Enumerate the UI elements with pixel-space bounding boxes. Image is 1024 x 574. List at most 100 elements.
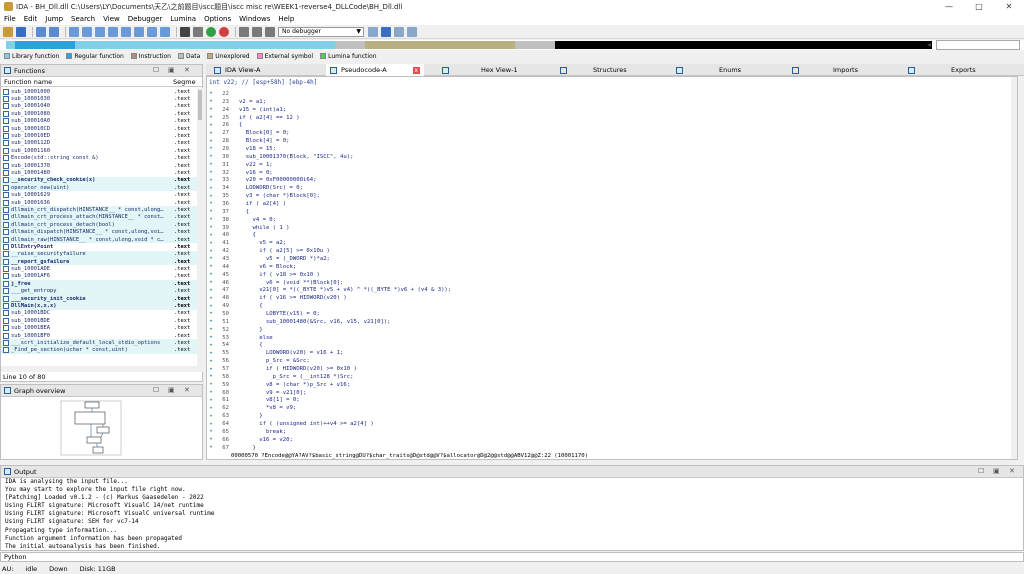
breakpoint-dot-icon[interactable]: • — [207, 145, 215, 152]
debugger-select[interactable]: No debugger ▼ — [278, 26, 364, 37]
breakpoint-dot-icon[interactable]: • — [207, 436, 215, 443]
function-row[interactable]: sub_10001BF0 .text — [1, 332, 197, 339]
function-row[interactable]: sub_10001480 .text — [1, 169, 197, 176]
breakpoint-dot-icon[interactable]: • — [207, 240, 215, 247]
panel-close-icon[interactable]: ✕ — [184, 386, 190, 394]
breakpoint-dot-icon[interactable]: • — [207, 193, 215, 200]
code-line[interactable]: • 22 — [207, 90, 1007, 98]
code-line[interactable]: • 23 v2 = a1; — [207, 98, 1007, 106]
data-icon[interactable] — [82, 26, 92, 37]
code-line[interactable]: • 56 p_Src = &Src; — [207, 357, 1007, 365]
forward-icon[interactable] — [49, 26, 59, 37]
panel-float-icon[interactable]: ▣ — [993, 467, 1000, 475]
back-icon[interactable] — [36, 26, 46, 37]
tab-exports[interactable]: Exports — [908, 64, 976, 76]
function-row[interactable]: sub_10001AF6 .text — [1, 273, 197, 280]
tab-enums[interactable]: Enums — [676, 64, 741, 76]
function-row[interactable]: sub_10001370 .text — [1, 162, 197, 169]
function-row[interactable]: __raise_securityfailure .text — [1, 250, 197, 258]
code-line[interactable]: • 33 v20 = 0xF00000000i64; — [207, 176, 1007, 184]
tab-imports[interactable]: Imports — [792, 64, 858, 76]
code-line[interactable]: • 52 } — [207, 326, 1007, 334]
menu-debugger[interactable]: Debugger — [128, 15, 163, 23]
function-row[interactable]: dllmain_crt_dispatch(HINSTANCE__ * const… — [1, 206, 197, 214]
function-row[interactable]: sub_100010ED .text — [1, 132, 197, 140]
function-row[interactable]: sub_10001040 .text — [1, 103, 197, 110]
code-line[interactable]: • 64 if ( (unsigned int)++v4 >= a2[4] ) — [207, 420, 1007, 428]
function-row[interactable]: sub_10001629 .text — [1, 191, 197, 199]
breakpoint-dot-icon[interactable]: • — [207, 98, 215, 105]
code-icon[interactable] — [69, 26, 79, 37]
code-line[interactable]: • 37 { — [207, 208, 1007, 216]
debug-options-icon[interactable] — [368, 26, 378, 37]
function-row[interactable]: sub_10001000 .text — [1, 88, 197, 95]
code-line[interactable]: • 48 if ( v16 >= HIDWORD(v20) ) — [207, 294, 1007, 302]
code-line[interactable]: • 29 v18 = 15; — [207, 145, 1007, 153]
function-row[interactable]: Encode(std::string const &) .text — [1, 154, 197, 162]
breakpoint-dot-icon[interactable]: • — [207, 326, 215, 333]
nav-left-icon[interactable]: ◂ — [927, 40, 931, 49]
close-button[interactable]: ✕ — [994, 0, 1024, 13]
menu-jump[interactable]: Jump — [45, 15, 63, 23]
function-row[interactable]: sub_10001BDC .text — [1, 310, 197, 317]
menu-file[interactable]: File — [4, 15, 16, 23]
function-row[interactable]: sub_10001ADE .text — [1, 265, 197, 273]
function-row[interactable]: sub_10001BEA .text — [1, 325, 197, 332]
breakpoint-dot-icon[interactable]: • — [207, 350, 215, 357]
code-line[interactable]: • 28 Block[4] = 0; — [207, 137, 1007, 145]
breakpoint-dot-icon[interactable]: • — [207, 161, 215, 168]
breakpoint-dot-icon[interactable]: • — [207, 342, 215, 349]
functions-vertical-scrollbar[interactable] — [197, 88, 203, 366]
plugin-icon[interactable] — [407, 26, 417, 37]
text-view-icon[interactable] — [180, 26, 190, 37]
patch-icon[interactable] — [394, 26, 404, 37]
breakpoint-dot-icon[interactable]: • — [207, 279, 215, 286]
code-line[interactable]: • 53 else — [207, 334, 1007, 342]
function-row[interactable]: DllEntryPoint .text — [1, 243, 197, 250]
function-row[interactable]: sub_1000112D .text — [1, 140, 197, 147]
nav-combo[interactable] — [936, 40, 1020, 50]
function-row[interactable]: ___security_init_cookie .text — [1, 294, 197, 303]
breakpoint-dot-icon[interactable]: • — [207, 216, 215, 223]
code-line[interactable]: • 58 p_Src = (__int128 *)Src; — [207, 373, 1007, 381]
save-icon[interactable] — [16, 26, 26, 37]
navigation-band[interactable]: ◂ — [0, 40, 1024, 50]
menu-options[interactable]: Options — [204, 15, 231, 23]
panel-dock-icon[interactable]: ☐ — [978, 467, 984, 475]
code-line[interactable]: • 45 if ( v18 >= 0x10 ) — [207, 271, 1007, 279]
code-line[interactable]: • 47 v21[0] = *((_BYTE *)v5 + v4) ^ *((_B… — [207, 286, 1007, 294]
function-row[interactable]: dllmain_crt_process_detach(bool) .text — [1, 221, 197, 229]
function-row[interactable]: sub_10001BDE .text — [1, 317, 197, 324]
breakpoint-dot-icon[interactable]: • — [207, 310, 215, 317]
breakpoint-dot-icon[interactable]: • — [207, 271, 215, 278]
code-line[interactable]: • 27 Block[0] = 0; — [207, 129, 1007, 137]
breakpoint-dot-icon[interactable]: • — [207, 318, 215, 325]
code-line[interactable]: • 38 v4 = 0; — [207, 216, 1007, 224]
code-line[interactable]: • 62 *v8 = v9; — [207, 404, 1007, 412]
breakpoint-dot-icon[interactable]: • — [207, 295, 215, 302]
breakpoint-dot-icon[interactable]: • — [207, 153, 215, 160]
code-line[interactable]: • 26 { — [207, 121, 1007, 129]
panel-dock-icon[interactable]: ☐ — [153, 386, 159, 394]
breakpoint-dot-icon[interactable]: • — [207, 232, 215, 239]
breakpoint-dot-icon[interactable]: • — [207, 413, 215, 420]
breakpoint-dot-icon[interactable]: • — [207, 224, 215, 231]
maximize-button[interactable]: □ — [964, 0, 994, 13]
breakpoint-dot-icon[interactable]: • — [207, 381, 215, 388]
function-row[interactable]: dllmain_dispatch(HINSTANCE__ * const,ulo… — [1, 228, 197, 236]
graph-view-icon[interactable] — [193, 26, 203, 37]
breakpoint-dot-icon[interactable]: • — [207, 114, 215, 121]
code-line[interactable]: • 24 v15 = (int)a1; — [207, 106, 1007, 114]
breakpoint-dot-icon[interactable]: • — [207, 287, 215, 294]
column-segment[interactable]: Segme — [173, 78, 196, 86]
breakpoint-dot-icon[interactable]: • — [207, 303, 215, 310]
string-icon[interactable] — [95, 26, 105, 37]
open-icon[interactable] — [3, 26, 13, 37]
code-line[interactable]: • 49 { — [207, 302, 1007, 310]
code-line[interactable]: • 44 v6 = Block; — [207, 263, 1007, 271]
breakpoint-dot-icon[interactable]: • — [207, 90, 215, 97]
column-function-name[interactable]: Function name — [4, 78, 52, 86]
code-line[interactable]: • 25 if ( a2[4] == 12 ) — [207, 114, 1007, 122]
menu-view[interactable]: View — [103, 15, 120, 23]
panel-dock-icon[interactable]: ☐ — [153, 66, 159, 74]
